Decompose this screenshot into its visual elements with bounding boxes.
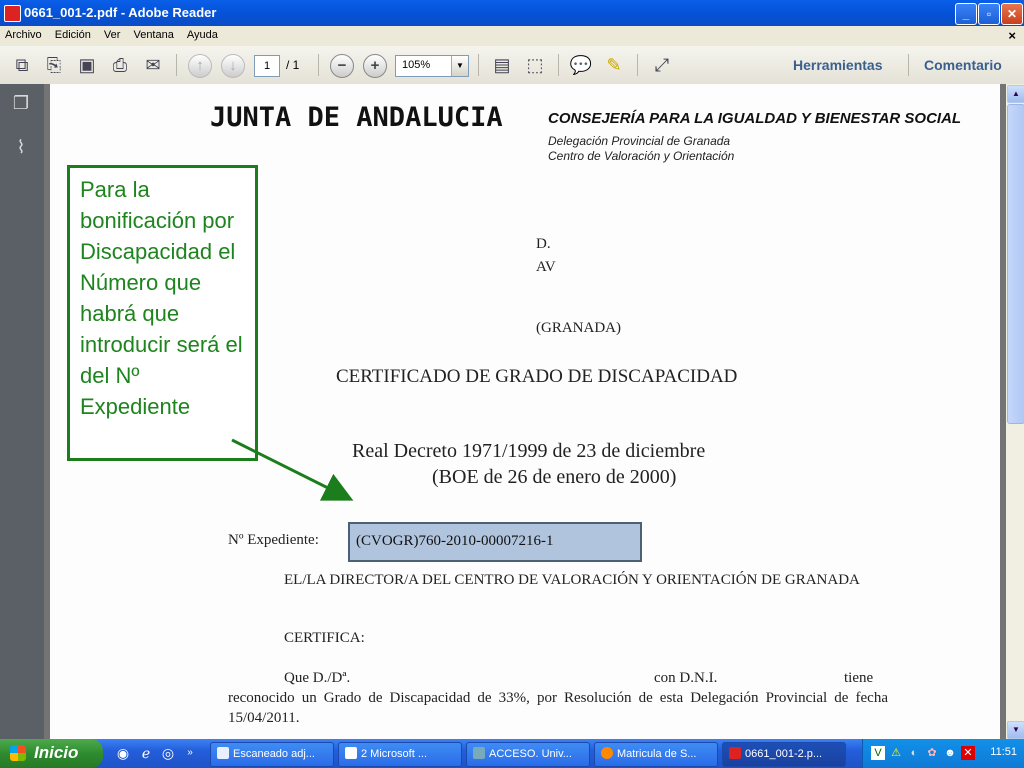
task-icon [729, 747, 741, 759]
security-icon[interactable]: ✿ [925, 746, 939, 760]
windows-logo-icon [10, 745, 26, 761]
task-icon [473, 747, 485, 759]
task-label: 2 Microsoft ... [361, 748, 428, 760]
task-icon [217, 747, 229, 759]
clock: 11:51 [990, 746, 1017, 758]
ie-icon[interactable]: ℯ [138, 745, 154, 761]
task-icon [601, 747, 613, 759]
quicklaunch-icon[interactable]: ◉ [115, 745, 131, 761]
task-label: 0661_001-2.p... [745, 748, 823, 760]
task-icon [345, 747, 357, 759]
task-acceso[interactable]: ACCESO. Univ... [466, 742, 590, 767]
network-icon[interactable]: ◐ [907, 746, 921, 760]
system-tray: V ⚠ ◐ ✿ ☻ ✕ 11:51 [862, 739, 1024, 768]
task-matricula[interactable]: Matricula de S... [594, 742, 718, 767]
chevron-right-icon[interactable]: » [182, 745, 198, 761]
task-microsoft[interactable]: 2 Microsoft ... [338, 742, 462, 767]
task-adobe-reader[interactable]: 0661_001-2.p... [722, 742, 846, 767]
tray-icon[interactable]: V [871, 746, 885, 760]
task-label: Matricula de S... [617, 748, 697, 760]
task-label: Escaneado adj... [233, 748, 315, 760]
alert-icon[interactable]: ✕ [961, 746, 975, 760]
task-label: ACCESO. Univ... [489, 748, 572, 760]
warning-icon[interactable]: ⚠ [889, 746, 903, 760]
task-escaneado[interactable]: Escaneado adj... [210, 742, 334, 767]
browser-icon[interactable]: ◎ [160, 745, 176, 761]
start-label: Inicio [34, 743, 79, 762]
panda-icon[interactable]: ☻ [943, 746, 957, 760]
start-button[interactable]: Inicio [0, 739, 103, 768]
annotation-arrow [231, 438, 354, 501]
taskbar: Inicio ◉ ℯ ◎ » Escaneado adj... 2 Micros… [0, 739, 1024, 768]
